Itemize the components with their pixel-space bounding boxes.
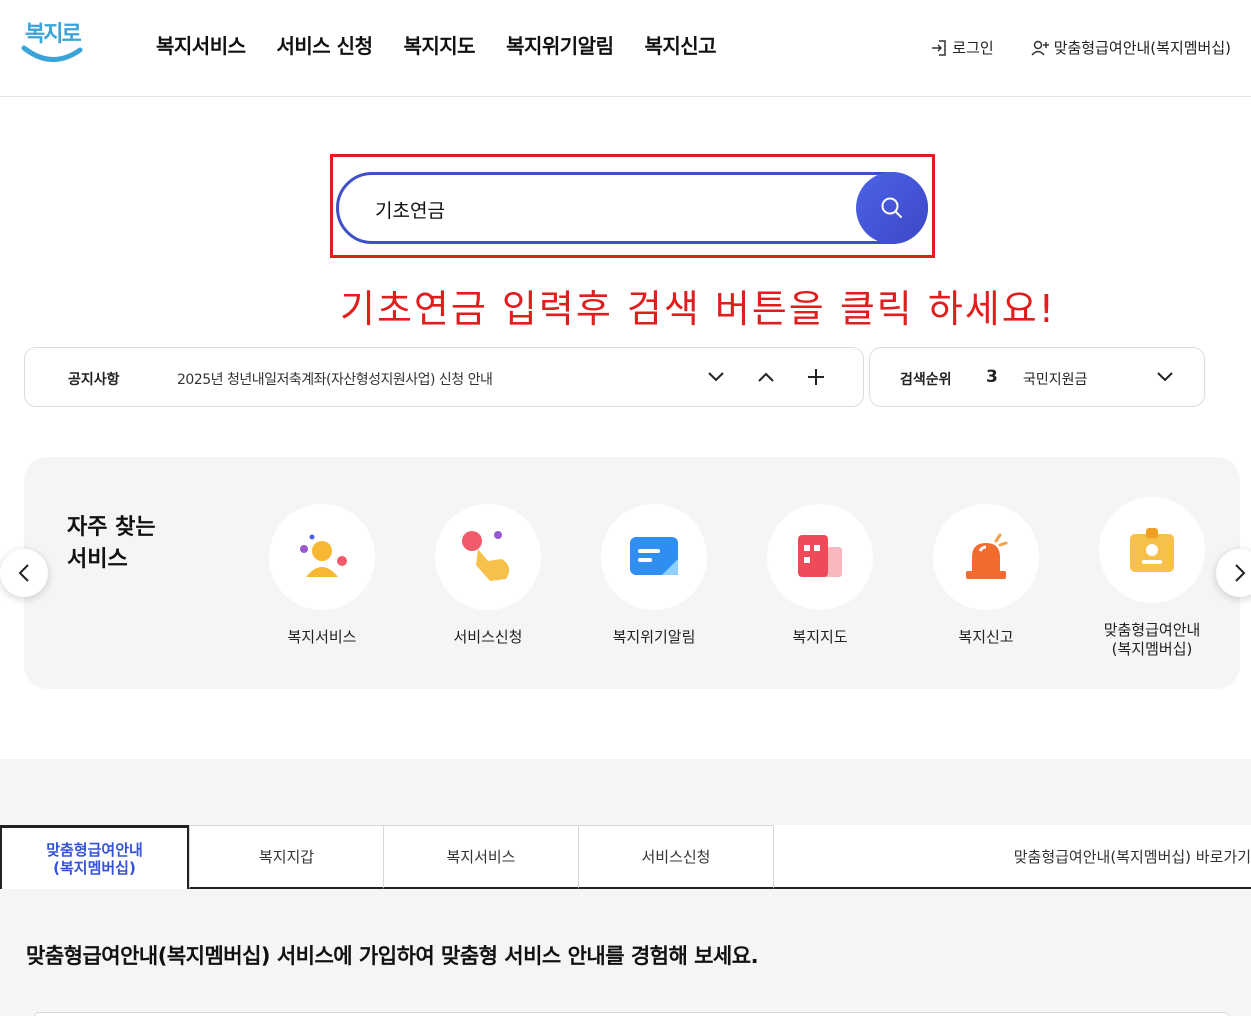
service-membership-circle bbox=[1099, 497, 1205, 603]
ranking-term[interactable]: 국민지원금 bbox=[1023, 369, 1087, 389]
frequent-services-panel: 자주 찾는 서비스 복지서비스 서비스신청 복지위기알림 복지지도 복지신고 맞… bbox=[24, 457, 1240, 689]
chevron-up-icon bbox=[758, 372, 774, 382]
nav-item-service-apply[interactable]: 서비스 신청 bbox=[277, 30, 373, 59]
service-crisis-circle bbox=[601, 504, 707, 610]
nav-item-crisis-alert[interactable]: 복지위기알림 bbox=[506, 30, 614, 59]
site-header: 복지로 복지서비스 서비스 신청 복지지도 복지위기알림 복지신고 로그인 맞춤… bbox=[0, 0, 1251, 97]
instruction-text: 기초연금 입력후 검색 버튼을 클릭 하세요! bbox=[340, 287, 1056, 331]
search-box bbox=[336, 172, 928, 244]
hand-tap-icon bbox=[462, 531, 510, 581]
service-crisis-alert[interactable]: 복지위기알림 bbox=[589, 504, 719, 647]
chevron-right-icon bbox=[1235, 564, 1246, 582]
service-apply-circle bbox=[435, 504, 541, 610]
chevron-left-icon bbox=[18, 564, 29, 582]
frequent-title-line2: 서비스 bbox=[67, 547, 128, 572]
service-map-label: 복지지도 bbox=[792, 628, 848, 646]
tab-welfare-service[interactable]: 복지서비스 bbox=[383, 825, 579, 889]
tab-membership-line1: 맞춤형급여안내 bbox=[46, 840, 143, 859]
tab-wallet[interactable]: 복지지갑 bbox=[189, 825, 384, 889]
people-icon bbox=[300, 534, 347, 577]
main-nav: 복지서비스 서비스 신청 복지지도 복지위기알림 복지신고 bbox=[156, 30, 717, 59]
plus-icon bbox=[808, 369, 824, 385]
frequent-services-title: 자주 찾는 서비스 bbox=[67, 512, 156, 576]
ranking-expand-button[interactable] bbox=[1152, 364, 1178, 390]
membership-shortcut-link[interactable]: 맞춤형급여안내(복지멤버십) 바로가기 bbox=[774, 825, 1251, 889]
nav-item-welfare-service[interactable]: 복지서비스 bbox=[156, 30, 246, 59]
service-report-label: 복지신고 bbox=[958, 628, 1014, 646]
carousel-prev-button[interactable] bbox=[0, 549, 48, 597]
service-apply-label: 서비스신청 bbox=[453, 628, 523, 646]
notice-next-button[interactable] bbox=[703, 364, 729, 390]
membership-link[interactable]: 맞춤형급여안내(복지멤버십) bbox=[1030, 37, 1231, 58]
login-label: 로그인 bbox=[952, 39, 994, 57]
service-membership-label-line2: (복지멤버십) bbox=[1111, 640, 1193, 658]
notice-text[interactable]: 2025년 청년내일저축계좌(자산형성지원사업) 신청 안내 bbox=[177, 369, 493, 389]
service-welfare-circle bbox=[269, 504, 375, 610]
ranking-number: 3 bbox=[986, 367, 998, 387]
service-apply[interactable]: 서비스신청 bbox=[423, 504, 553, 647]
service-membership-label: 맞춤형급여안내 (복지멤버십) bbox=[1087, 621, 1217, 659]
membership-card bbox=[34, 1012, 1229, 1016]
service-welfare[interactable]: 복지서비스 bbox=[257, 504, 387, 647]
membership-label: 맞춤형급여안내(복지멤버십) bbox=[1053, 39, 1231, 57]
notice-more-button[interactable] bbox=[803, 364, 829, 390]
service-report[interactable]: 복지신고 bbox=[921, 504, 1051, 647]
frequent-title-line1: 자주 찾는 bbox=[67, 515, 156, 540]
service-welfare-label: 복지서비스 bbox=[287, 628, 357, 646]
notice-prev-button[interactable] bbox=[753, 364, 779, 390]
tab-membership-line2: (복지멤버십) bbox=[53, 858, 136, 877]
notice-label: 공지사항 bbox=[68, 372, 120, 388]
ranking-label: 검색순위 bbox=[900, 372, 952, 388]
id-badge-icon bbox=[1130, 528, 1174, 572]
service-report-circle bbox=[933, 504, 1039, 610]
service-crisis-label: 복지위기알림 bbox=[612, 628, 696, 646]
logo[interactable]: 복지로 bbox=[20, 14, 84, 70]
logo-smile-icon bbox=[21, 45, 83, 62]
service-map-circle bbox=[767, 504, 873, 610]
login-link[interactable]: 로그인 bbox=[930, 37, 994, 58]
user-plus-icon bbox=[1031, 40, 1049, 56]
building-icon bbox=[798, 535, 842, 577]
search-icon bbox=[881, 197, 902, 218]
notice-bar: 공지사항 2025년 청년내일저축계좌(자산형성지원사업) 신청 안내 bbox=[24, 347, 864, 407]
service-map[interactable]: 복지지도 bbox=[755, 504, 885, 647]
membership-tabs: 맞춤형급여안내 (복지멤버십) 복지지갑 복지서비스 서비스신청 맞춤형급여안내… bbox=[0, 825, 1251, 889]
login-icon bbox=[932, 39, 947, 56]
tab-membership[interactable]: 맞춤형급여안내 (복지멤버십) bbox=[0, 825, 189, 889]
membership-headline: 맞춤형급여안내(복지멤버십) 서비스에 가입하여 맞춤형 서비스 안내를 경험해… bbox=[26, 944, 759, 968]
nav-item-report[interactable]: 복지신고 bbox=[644, 30, 716, 59]
siren-icon bbox=[966, 533, 1008, 579]
service-membership-label-line1: 맞춤형급여안내 bbox=[1103, 621, 1201, 639]
tab-service-apply[interactable]: 서비스신청 bbox=[578, 825, 774, 889]
chevron-down-icon bbox=[1157, 372, 1173, 382]
search-button[interactable] bbox=[856, 172, 928, 244]
header-utility: 로그인 맞춤형급여안내(복지멤버십) bbox=[930, 37, 1231, 58]
search-input[interactable] bbox=[375, 195, 835, 223]
chevron-down-icon bbox=[708, 372, 724, 382]
nav-item-welfare-map[interactable]: 복지지도 bbox=[403, 30, 475, 59]
service-membership[interactable]: 맞춤형급여안내 (복지멤버십) bbox=[1087, 497, 1217, 659]
message-icon bbox=[630, 537, 678, 575]
search-ranking-bar: 검색순위 3 국민지원금 bbox=[869, 347, 1205, 407]
